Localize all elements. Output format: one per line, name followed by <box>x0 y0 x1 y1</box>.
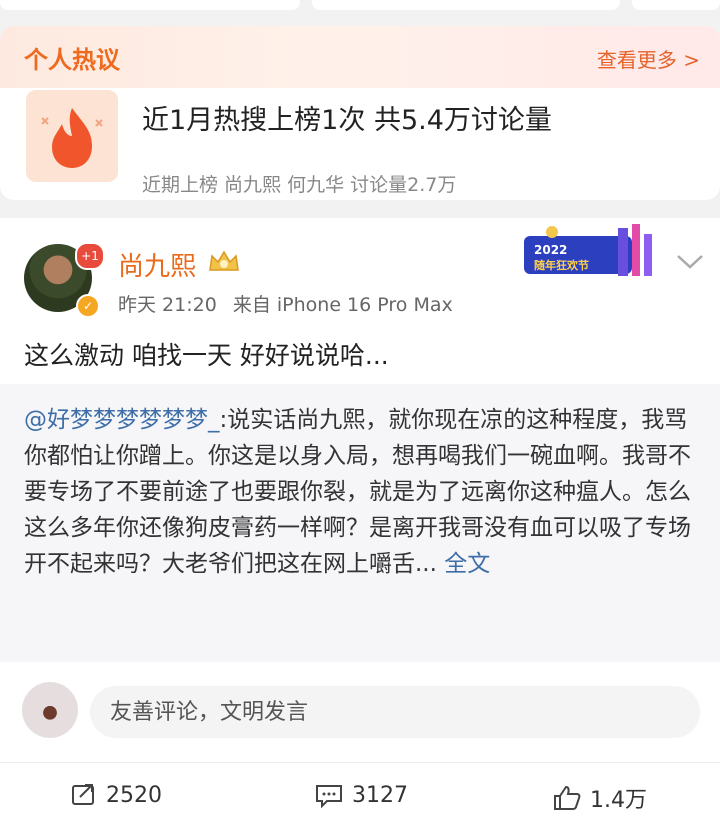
repost-count: 2520 <box>106 782 162 808</box>
previous-card-edges <box>0 0 720 14</box>
event-badge-name: 随年狂欢节 <box>534 258 589 272</box>
hot-subline: 近期上榜 尚九熙 何九华 讨论量2.7万 <box>142 174 457 196</box>
previous-card-edge-3 <box>632 0 720 10</box>
post-action-bar: 2520 3127 1.4万 <box>0 764 720 830</box>
chevron-down-icon[interactable] <box>674 250 706 272</box>
comment-bar <box>0 662 720 772</box>
flame-icon <box>26 90 118 182</box>
author-name[interactable]: 尚九熙 <box>118 246 196 283</box>
event-badge-image: 2022 随年狂欢节 <box>524 224 652 276</box>
crown-icon <box>209 250 239 271</box>
verified-icon: ✓ <box>76 294 100 318</box>
hot-card-title: 个人热议 <box>24 46 120 74</box>
action-divider <box>0 762 720 763</box>
like-button[interactable]: 1.4万 <box>552 782 647 814</box>
comment-count: 3127 <box>352 782 408 808</box>
like-count: 1.4万 <box>590 788 647 813</box>
notification-badge: +1 <box>75 242 105 270</box>
previous-card-edge-1 <box>0 0 300 10</box>
hot-headline: 近1月热搜上榜1次 共5.4万讨论量 <box>142 105 552 136</box>
personal-hot-discussion-card[interactable]: 个人热议 查看更多 > 近1月热搜上榜1次 共5.4万讨论量 近期上榜 尚九熙 … <box>0 26 720 200</box>
weibo-post: +1 ✓ 尚九熙 昨天 21:20 来自 iPhone 16 Pro Max 2… <box>0 218 720 838</box>
see-more-link[interactable]: 查看更多 > <box>597 44 700 73</box>
retweet-text: @好梦梦梦梦梦梦_:说实话尚九熙，就你现在凉的这种程度，我骂你都怕让你蹭上。你这… <box>24 402 704 582</box>
repost-icon <box>72 784 94 805</box>
full-text-link[interactable]: 全文 <box>444 551 490 577</box>
comment-input[interactable] <box>90 686 700 738</box>
thumbs-up-icon <box>554 785 581 810</box>
post-time: 昨天 21:20 <box>118 294 217 316</box>
post-body: 这么激动 咱找一天 好好说说哈... <box>24 341 389 370</box>
comment-button[interactable]: 3127 <box>314 782 408 808</box>
event-badge-year: 2022 <box>534 243 567 257</box>
comment-icon <box>316 785 342 808</box>
previous-card-edge-2 <box>312 0 620 10</box>
repost-button[interactable]: 2520 <box>70 782 162 808</box>
user-mention-link[interactable]: @好梦梦梦梦梦梦_ <box>24 407 220 433</box>
hot-card-header: 个人热议 查看更多 > <box>0 26 720 88</box>
current-user-avatar <box>22 682 78 738</box>
post-source: 来自 iPhone 16 Pro Max <box>232 294 453 316</box>
retweeted-content[interactable]: @好梦梦梦梦梦梦_:说实话尚九熙，就你现在凉的这种程度，我骂你都怕让你蹭上。你这… <box>0 384 720 662</box>
post-meta: 昨天 21:20 来自 iPhone 16 Pro Max <box>118 290 463 317</box>
